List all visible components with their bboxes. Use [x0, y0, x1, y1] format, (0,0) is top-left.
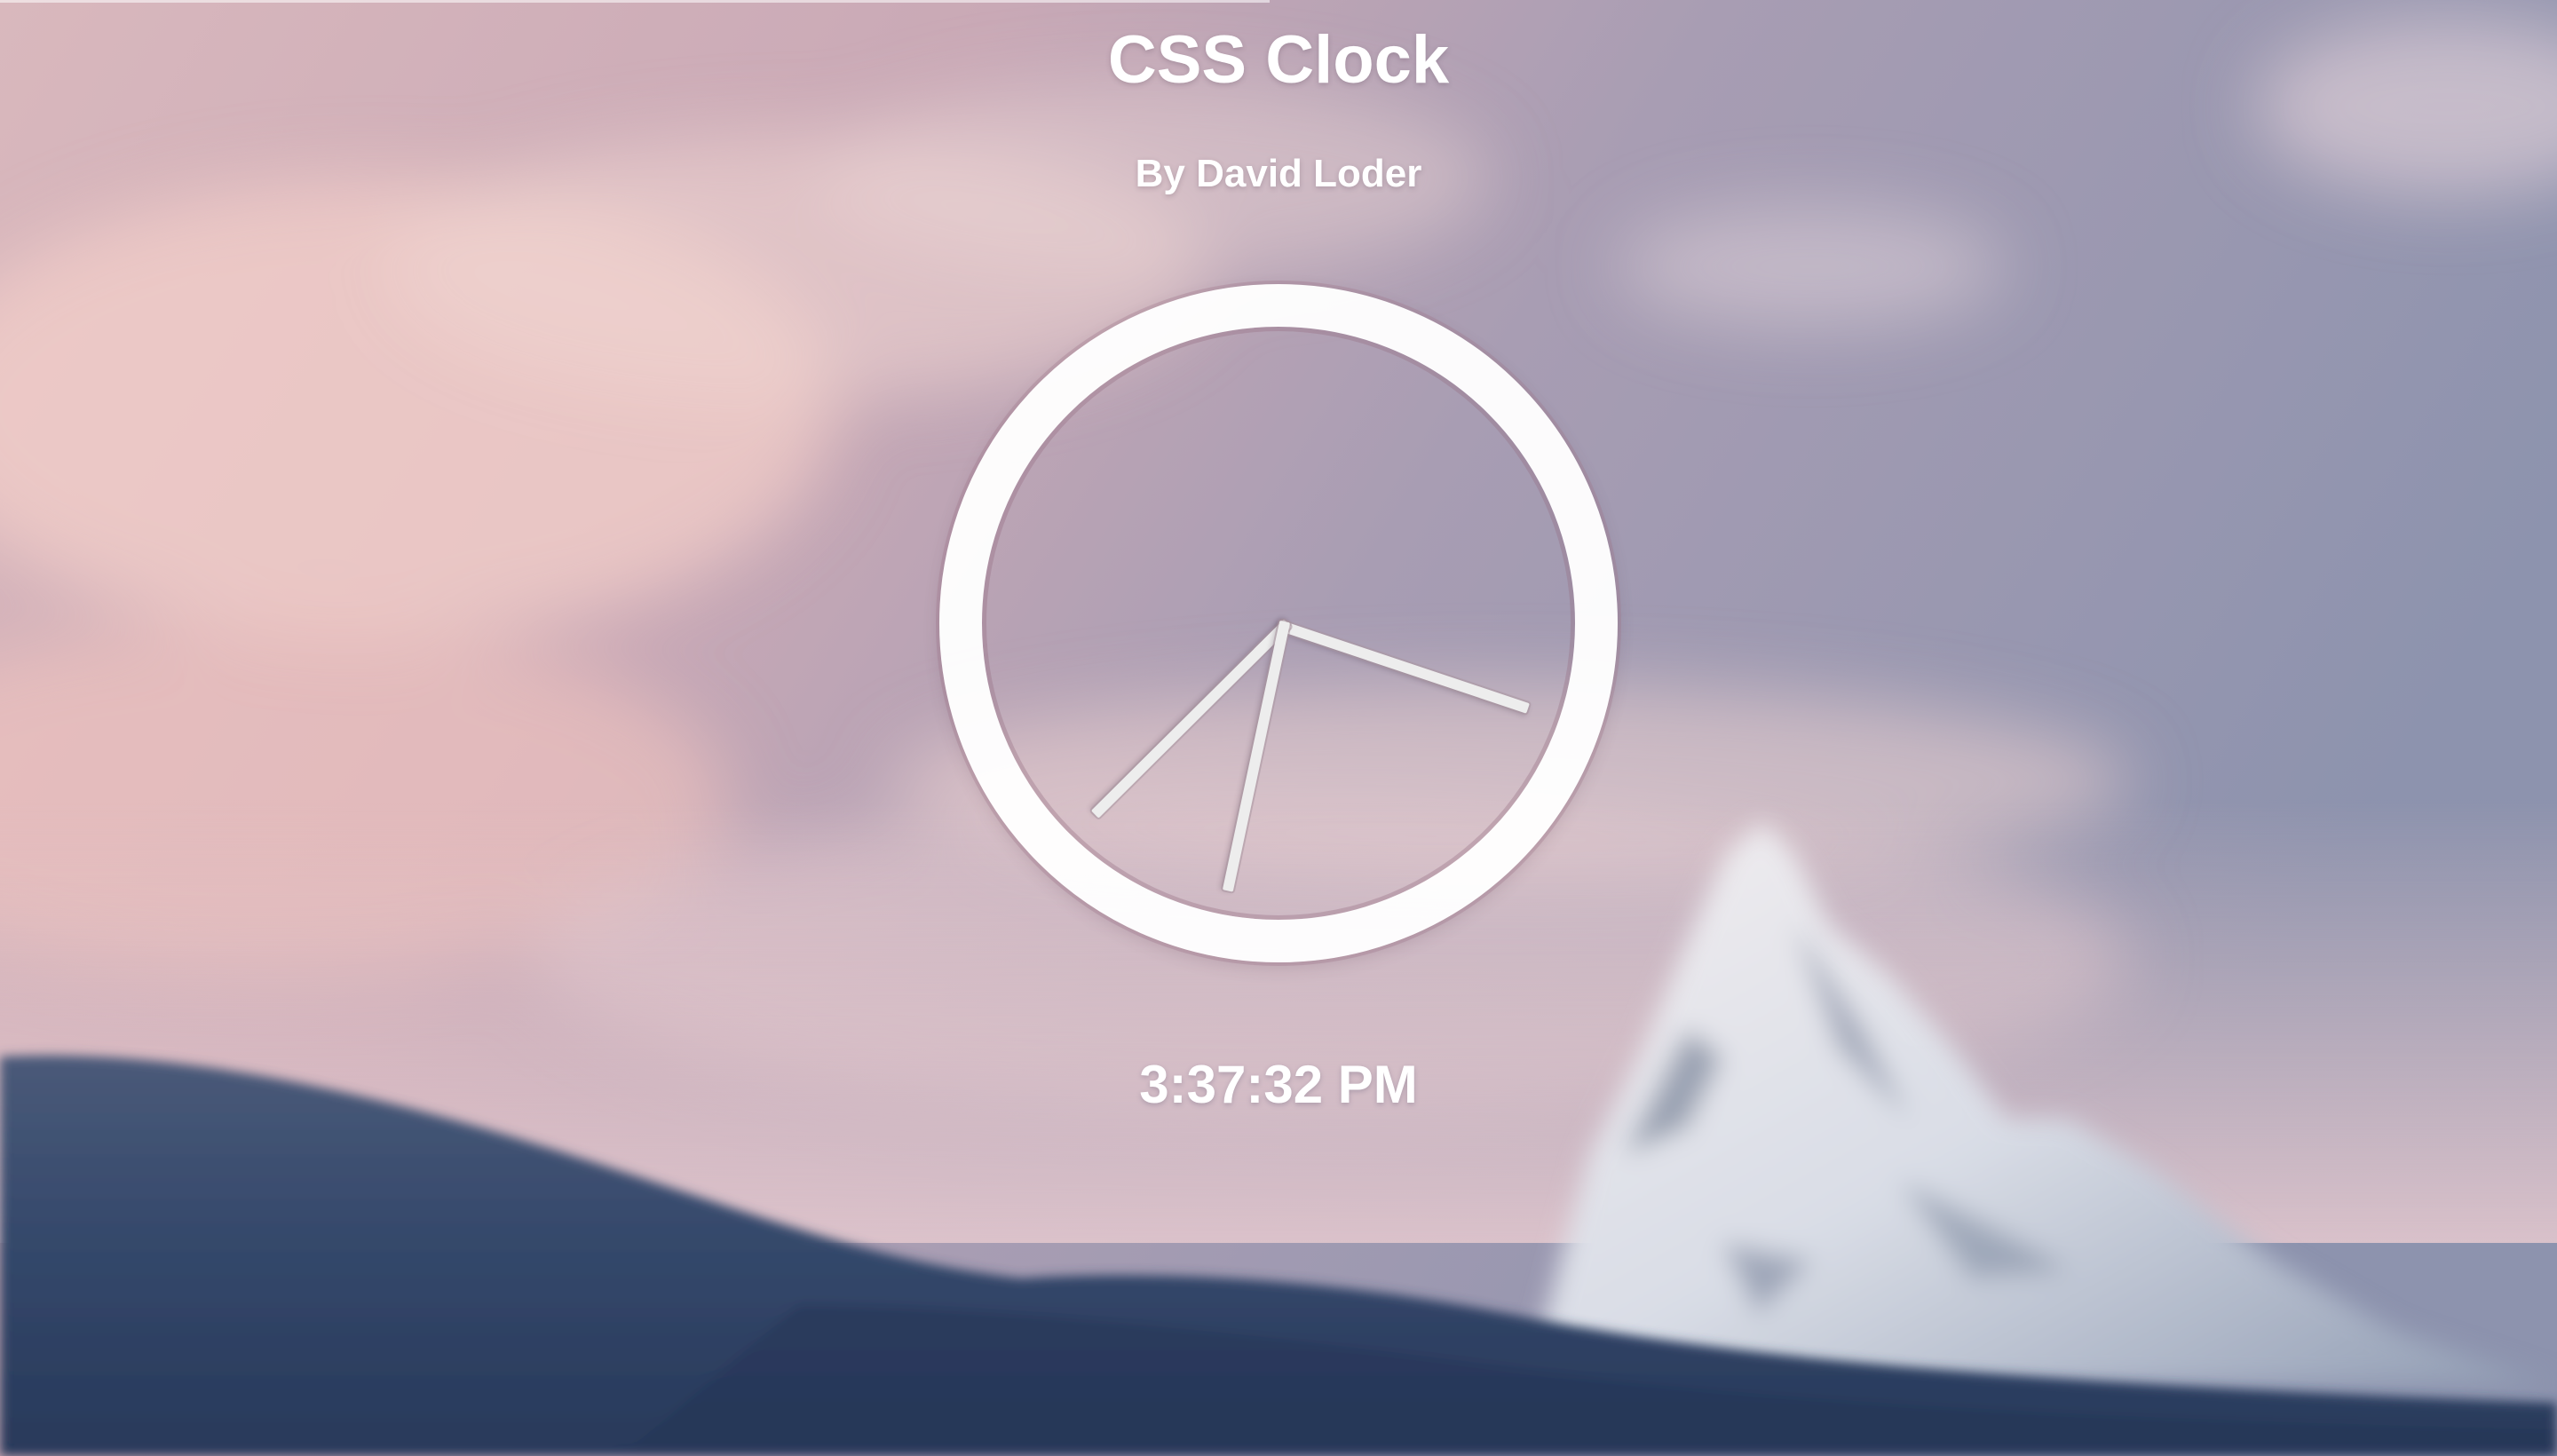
- page-title: CSS Clock: [1107, 22, 1450, 98]
- top-progress-bar: [0, 0, 1270, 3]
- page-subtitle: By David Loder: [1135, 152, 1422, 195]
- digital-time: 3:37:32 PM: [1139, 1055, 1418, 1114]
